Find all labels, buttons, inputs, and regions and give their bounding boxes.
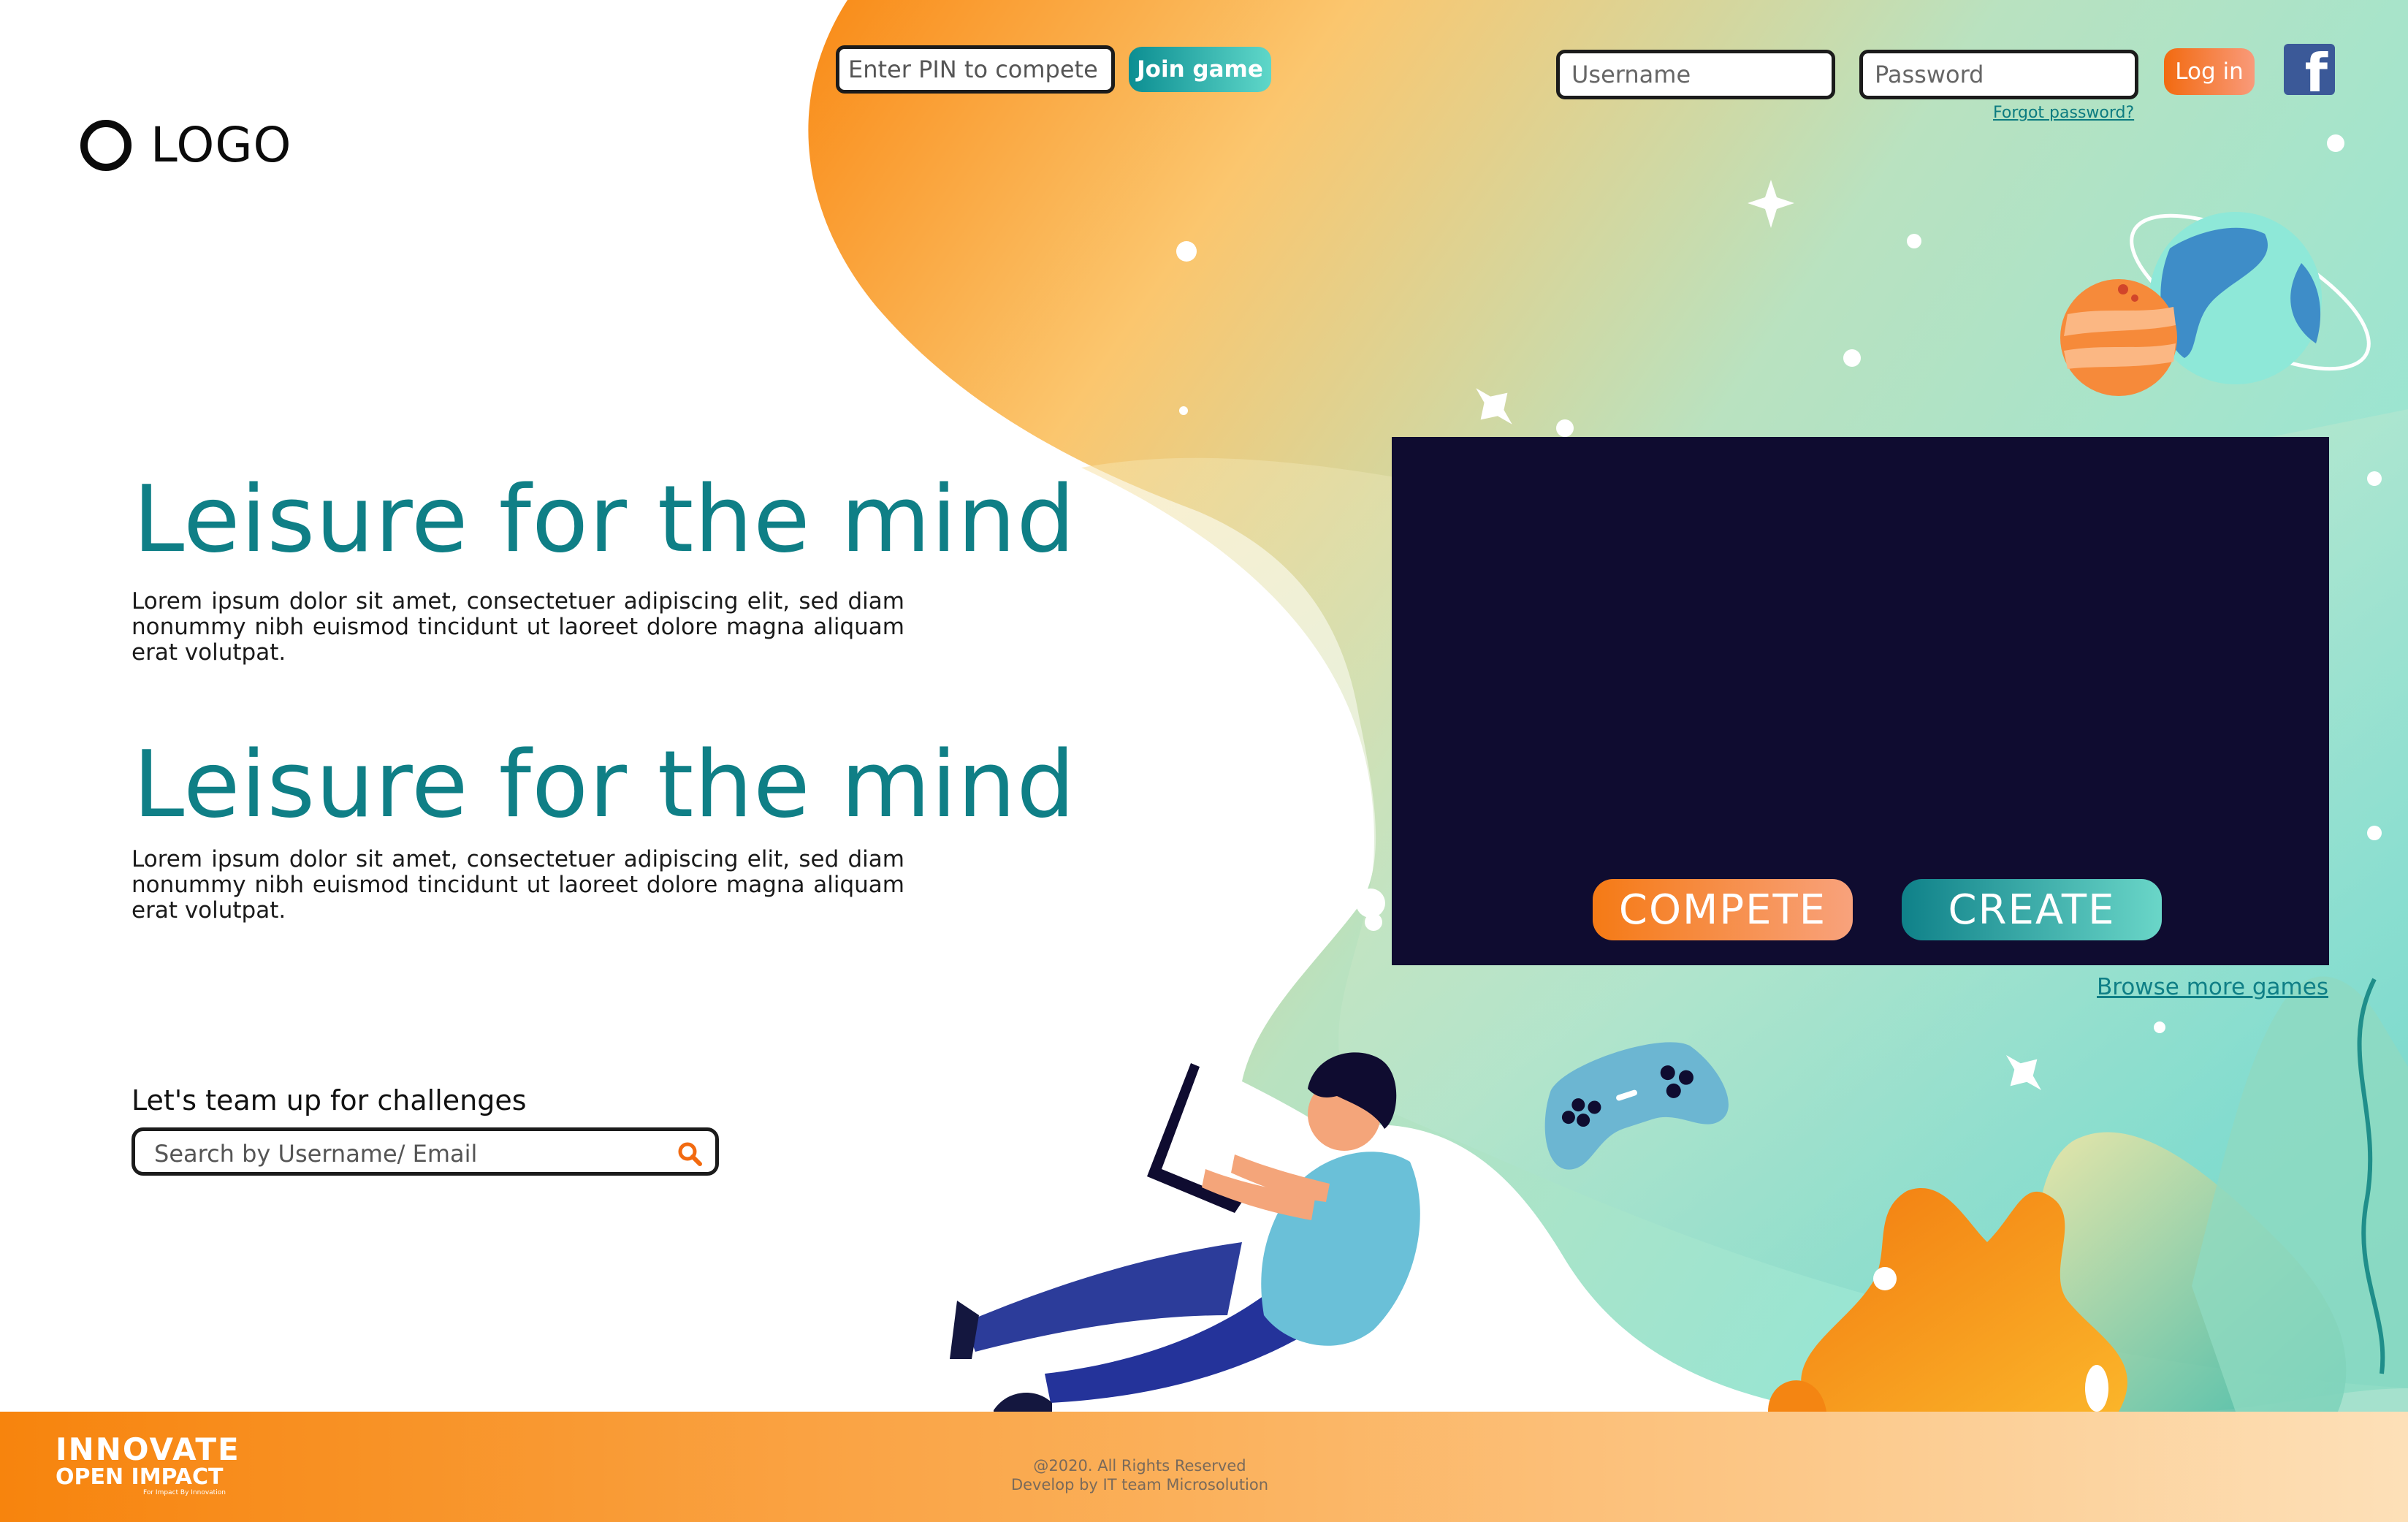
brand-logo[interactable]: INNOVATE OPEN IMPACT For Impact By Innov… [56,1431,240,1497]
forgot-password-link[interactable]: Forgot password? [1993,104,2134,122]
team-up-label: Let's team up for challenges [132,1084,527,1116]
footer-copyright: @2020. All Rights Reserved Develop by IT… [950,1456,1330,1494]
game-preview-panel [1392,437,2329,965]
hero-paragraph-1: Lorem ipsum dolor sit amet, consectetuer… [132,588,904,666]
login-button[interactable]: Log in [2164,48,2255,95]
logo-circle-icon [80,119,132,171]
search-icon[interactable] [677,1141,702,1166]
logo[interactable]: LOGO [80,117,292,173]
password-field[interactable] [1859,50,2138,99]
hero-paragraph-2: Lorem ipsum dolor sit amet, consectetuer… [132,846,904,924]
copyright-text: @2020. All Rights Reserved [1033,1457,1246,1475]
team-search-input[interactable] [153,1137,638,1171]
brand-line-1: INNOVATE [56,1431,240,1467]
facebook-icon[interactable]: f [2284,44,2335,95]
browse-more-games-link[interactable]: Browse more games [2097,974,2328,1000]
username-field[interactable] [1556,50,1835,99]
brand-line-2: OPEN IMPACT [56,1464,224,1490]
team-search-box [132,1127,719,1176]
hero-heading-2: Leisure for the mind [133,731,1076,838]
create-button[interactable]: CREATE [1902,879,2162,940]
join-game-button[interactable]: Join game [1129,47,1271,92]
compete-button[interactable]: COMPETE [1593,879,1853,940]
facebook-glyph: f [2304,44,2328,95]
hero-heading-1: Leisure for the mind [133,465,1076,573]
credit-text: Develop by IT team Microsolution [1010,1476,1269,1494]
logo-text: LOGO [150,117,292,173]
pin-input[interactable] [836,45,1115,94]
brand-tagline: For Impact By Innovation [143,1489,226,1496]
